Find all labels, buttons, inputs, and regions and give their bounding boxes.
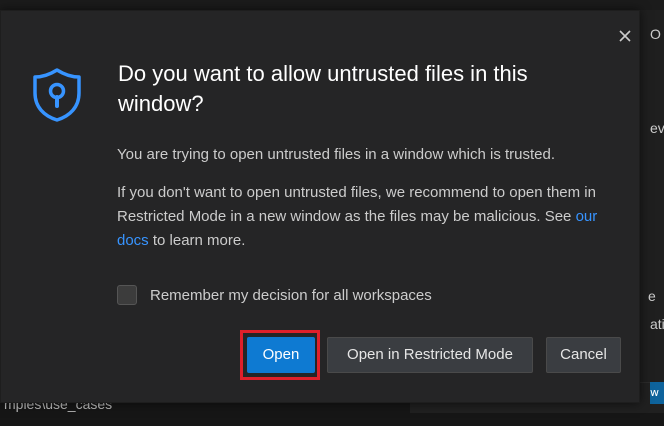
open-button[interactable]: Open — [247, 337, 315, 373]
bg-blue-button[interactable]: w — [650, 382, 664, 404]
editor-right-panel — [640, 10, 664, 426]
bg-text-top-right: O — [650, 26, 661, 42]
remember-decision-checkbox[interactable] — [117, 285, 137, 305]
message-text-before: If you don't want to open untrusted file… — [117, 184, 596, 225]
close-icon — [619, 30, 631, 42]
open-restricted-mode-button[interactable]: Open in Restricted Mode — [327, 337, 533, 373]
editor-top-strip — [0, 0, 664, 10]
bg-text-right-2: e — [648, 288, 656, 304]
remember-decision-row[interactable]: Remember my decision for all workspaces — [117, 285, 432, 305]
trust-dialog: Do you want to allow untrusted files in … — [0, 10, 640, 403]
cancel-button[interactable]: Cancel — [546, 337, 621, 373]
dialog-title: Do you want to allow untrusted files in … — [118, 61, 528, 116]
shield-lock-icon — [33, 68, 81, 122]
dialog-message-details: If you don't want to open untrusted file… — [117, 181, 627, 253]
bg-text-right-1: ev — [650, 120, 664, 136]
bg-text-right-3: ati — [650, 316, 664, 332]
close-button[interactable] — [615, 26, 635, 46]
message-text-after: to learn more. — [148, 232, 246, 249]
dialog-message-trusted: You are trying to open untrusted files i… — [117, 146, 556, 163]
remember-decision-label[interactable]: Remember my decision for all workspaces — [150, 287, 432, 304]
